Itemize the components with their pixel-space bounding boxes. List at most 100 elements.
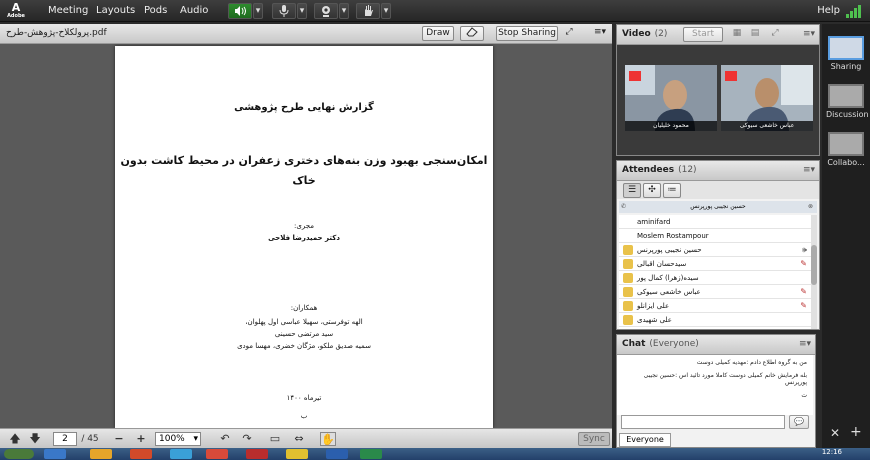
attendees-pod-options-icon[interactable]: ≡▾ xyxy=(803,165,815,175)
raise-hand-dropdown[interactable]: ▾ xyxy=(381,3,391,19)
rotate-right-icon[interactable]: ↷ xyxy=(240,432,254,446)
list-item[interactable]: علی ایزانلو ✎ xyxy=(619,299,811,313)
excel-icon[interactable] xyxy=(360,449,382,459)
taskbar-clock: 12:16 xyxy=(821,448,842,456)
user-icon xyxy=(623,217,633,227)
share-pod: پرولکلاح-پژوهش-طرح.pdf Draw Stop Sharing… xyxy=(0,24,612,448)
list-item[interactable]: سیدحسان اقبالی ✎ xyxy=(619,257,811,271)
adobe-logo: A Adobe xyxy=(6,2,26,20)
grid-view-icon[interactable]: ▦ xyxy=(729,27,745,42)
menu-meeting[interactable]: Meeting xyxy=(48,5,88,16)
webcam-button[interactable] xyxy=(314,3,338,19)
menu-layouts[interactable]: Layouts xyxy=(96,5,135,16)
attendee-name: سیدحسان اقبالی xyxy=(637,260,687,268)
zoom-out-button[interactable]: − xyxy=(112,432,126,446)
microphone-dropdown[interactable]: ▾ xyxy=(297,3,307,19)
start-video-button[interactable]: Start xyxy=(683,27,723,42)
ie-icon[interactable] xyxy=(44,449,66,459)
filmstrip-view-icon[interactable]: ▤ xyxy=(747,27,763,42)
fullscreen-icon[interactable]: ⤢ xyxy=(562,26,576,41)
page-down-button[interactable]: 🡇 xyxy=(28,432,42,446)
breakout-view-icon[interactable]: ≔ xyxy=(663,183,681,198)
fit-page-icon[interactable]: ▭ xyxy=(268,432,282,446)
clear-search-icon[interactable]: ⊗ xyxy=(808,201,813,213)
chevron-down-icon: ▾ xyxy=(193,434,198,444)
speaker-button[interactable] xyxy=(228,3,252,19)
participant-icon xyxy=(623,259,633,269)
list-item[interactable]: سیده(زهرا) کمال پور xyxy=(619,271,811,285)
microphone-button[interactable] xyxy=(272,3,296,19)
video-tile-2[interactable]: عباس خاشعی سیوکی xyxy=(721,65,813,131)
fullscreen-video-icon[interactable]: ⤢ xyxy=(767,27,783,42)
webcam-dropdown[interactable]: ▾ xyxy=(339,3,349,19)
collaborators-label: همکاران: xyxy=(290,304,318,312)
sync-button[interactable]: Sync xyxy=(578,432,610,446)
attendee-name: aminifard xyxy=(637,218,671,226)
chat-input[interactable] xyxy=(621,415,785,429)
list-view-icon[interactable]: ☰ xyxy=(623,183,641,198)
executor-name: دکتر حمیدرضا فلاحی xyxy=(268,234,340,242)
page-up-button[interactable]: 🡅 xyxy=(8,432,22,446)
layout-sharing[interactable]: Sharing xyxy=(826,36,866,71)
attendees-count: (12) xyxy=(678,165,697,175)
media-icon[interactable] xyxy=(130,449,152,459)
folder-icon[interactable] xyxy=(90,449,112,459)
help-menu[interactable]: Help xyxy=(817,5,840,16)
paint-icon[interactable] xyxy=(286,449,308,459)
video-tile-1[interactable]: محمود خلیلیان xyxy=(625,65,717,131)
tools-icon[interactable]: ✕ xyxy=(830,426,840,440)
participant-icon xyxy=(623,287,633,297)
acrobat-icon[interactable] xyxy=(246,449,268,459)
document-viewer[interactable]: گزارش نهایی طرح پژوهشی امکان‌سنجی بهبود … xyxy=(0,44,612,428)
attendee-name: Moslem Rostampour xyxy=(637,232,709,240)
stop-sharing-button[interactable]: Stop Sharing xyxy=(496,26,558,41)
send-message-button[interactable]: 💬 xyxy=(789,415,809,429)
chat-tab-everyone[interactable]: Everyone xyxy=(619,433,671,447)
word-icon[interactable] xyxy=(326,449,348,459)
app-icon[interactable] xyxy=(170,449,192,459)
attendee-search-bar[interactable]: ✆ حسین نجیبی پورپرنس ⊗ xyxy=(619,201,817,213)
participant-icon xyxy=(623,315,633,325)
chat-pod-options-icon[interactable]: ≡▾ xyxy=(799,339,811,349)
speaker-dropdown[interactable]: ▾ xyxy=(253,3,263,19)
page-number: ب xyxy=(300,412,308,420)
layout-collaboration[interactable]: Collabo... xyxy=(826,132,866,167)
pod-options-icon[interactable]: ≡▾ xyxy=(592,26,608,41)
page-number-input[interactable]: 2 xyxy=(53,432,77,446)
layout-label: Discussion xyxy=(826,110,869,119)
layout-thumbnail xyxy=(828,84,864,108)
windows-taskbar: 12:16 xyxy=(0,448,870,460)
list-item[interactable]: عباس خاشعی سیوکی ✎ xyxy=(619,285,811,299)
zoom-in-button[interactable]: + xyxy=(134,432,148,446)
add-layout-icon[interactable]: + xyxy=(850,424,862,440)
chrome-icon[interactable] xyxy=(206,449,228,459)
menu-pods[interactable]: Pods xyxy=(144,5,167,16)
mic-off-icon: ✎ xyxy=(800,287,807,296)
rotate-left-icon[interactable]: ↶ xyxy=(218,432,232,446)
scrollbar-thumb[interactable] xyxy=(811,245,817,285)
hand-tool-icon[interactable]: ✋ xyxy=(320,432,336,446)
video-pod-options-icon[interactable]: ≡▾ xyxy=(803,29,815,39)
raise-hand-button[interactable] xyxy=(356,3,380,19)
menu-audio[interactable]: Audio xyxy=(180,5,208,16)
phone-icon: ✆ xyxy=(621,203,627,210)
start-button-icon[interactable] xyxy=(4,449,34,459)
connection-signal-icon xyxy=(846,4,864,18)
list-item[interactable]: Moslem Rostampour xyxy=(619,229,811,243)
fit-width-icon[interactable]: ⇔ xyxy=(292,432,306,446)
list-item[interactable]: حسین نجیبی پورپرنس 🕪 xyxy=(619,243,811,257)
share-pod-header: پرولکلاح-پژوهش-طرح.pdf Draw Stop Sharing… xyxy=(0,24,612,44)
layout-discussion[interactable]: Discussion xyxy=(826,84,869,119)
attendees-pod-title: Attendees (12) xyxy=(622,165,697,175)
list-item[interactable]: علی شهیدی xyxy=(619,313,811,327)
zoom-select[interactable]: 100% ▾ xyxy=(155,432,201,446)
attendee-name: علی شهیدی xyxy=(637,316,672,324)
draw-button[interactable]: Draw xyxy=(422,26,454,41)
participant-name-1: محمود خلیلیان xyxy=(625,121,717,131)
chat-pod: Chat (Everyone) ≡▾ من به گروه اطلاع دادم … xyxy=(616,334,816,448)
list-item[interactable]: aminifard xyxy=(619,215,811,229)
video-pod: Video (2) Start ▦ ▤ ⤢ ≡▾ محمود خلیلیان ع… xyxy=(616,24,820,156)
eraser-button[interactable] xyxy=(460,26,484,41)
attendee-scrollbar[interactable] xyxy=(811,215,817,329)
status-view-icon[interactable]: ✣ xyxy=(643,183,661,198)
